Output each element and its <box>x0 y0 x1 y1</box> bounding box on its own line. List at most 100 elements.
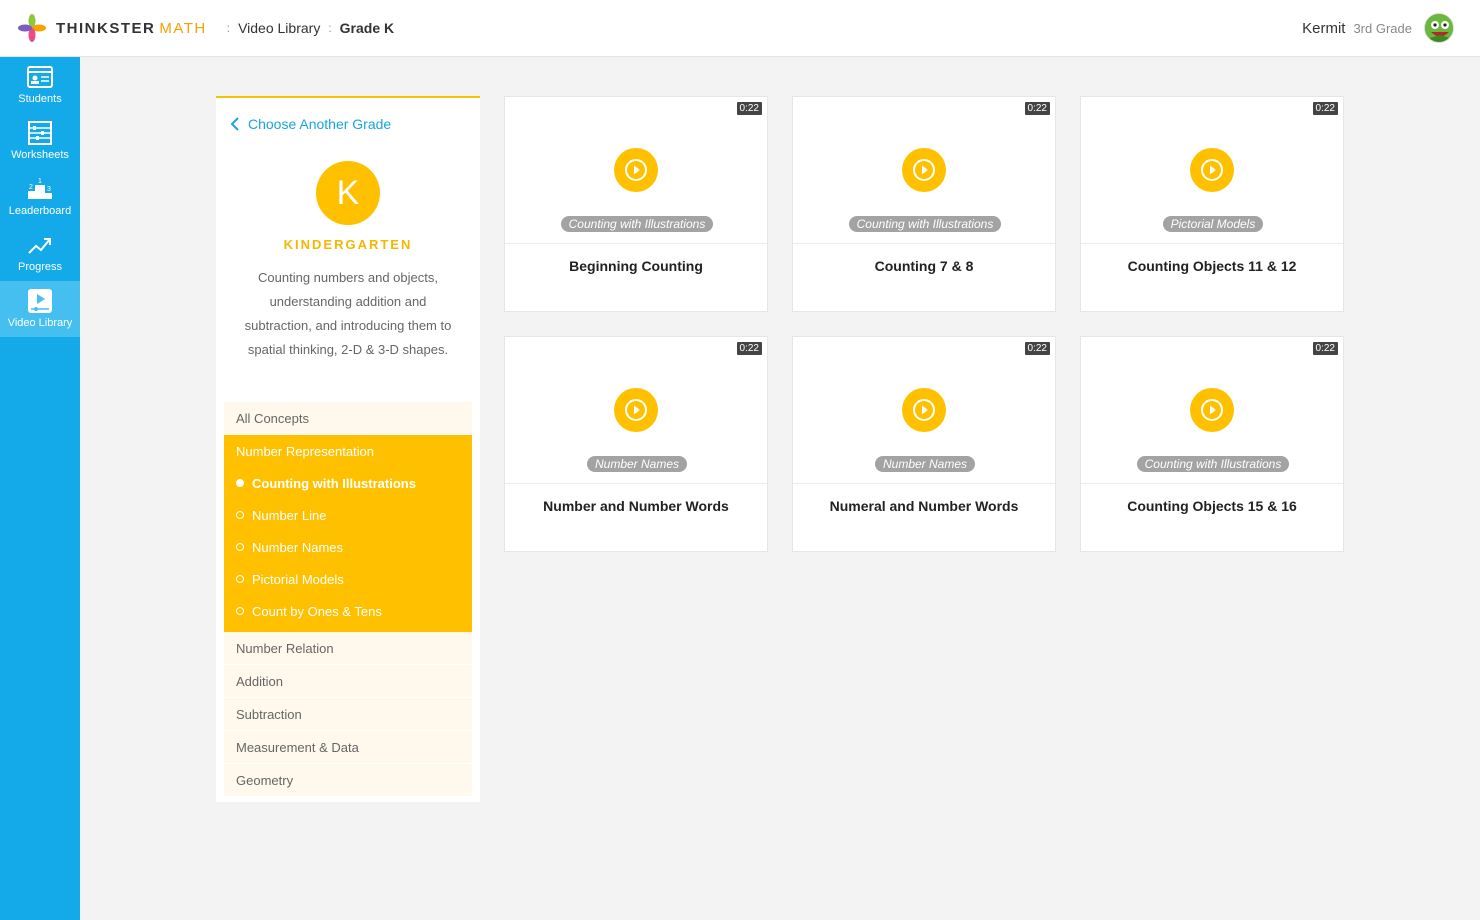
students-icon <box>27 66 53 88</box>
svg-text:1: 1 <box>38 178 42 185</box>
user-grade: 3rd Grade <box>1353 20 1412 36</box>
grade-description: Counting numbers and objects, understand… <box>244 270 452 357</box>
concept-tag: Counting with Illustrations <box>505 215 769 233</box>
play-icon <box>625 159 647 181</box>
divider <box>1081 483 1343 484</box>
subconcept-pictorial-models[interactable]: Pictorial Models <box>224 563 472 595</box>
video-title[interactable]: Numeral and Number Words <box>793 498 1055 514</box>
divider <box>505 483 767 484</box>
nav-item-students[interactable]: Students <box>0 57 80 113</box>
trend-icon <box>28 238 51 254</box>
radio-dot-icon <box>236 575 244 583</box>
divider <box>793 243 1055 244</box>
radio-dot-icon <box>236 607 244 615</box>
choose-another-grade-label: Choose Another Grade <box>248 116 392 132</box>
nav-label: Leaderboard <box>8 205 72 217</box>
video-card[interactable]: 0:22 Counting with Illustrations Countin… <box>792 96 1056 312</box>
svg-text:3: 3 <box>47 186 51 193</box>
concept-tag-label: Counting with Illustrations <box>560 216 714 232</box>
subconcept-number-line[interactable]: Number Line <box>224 499 472 531</box>
duration-badge: 0:22 <box>1311 341 1339 356</box>
video-card[interactable]: 0:22 Number Names Numeral and Number Wor… <box>792 336 1056 552</box>
breadcrumb: : Video Library : Grade K <box>219 20 394 36</box>
play-icon <box>1201 159 1223 181</box>
divider <box>505 243 767 244</box>
play-button[interactable] <box>1190 388 1234 432</box>
concept-all[interactable]: All Concepts <box>224 402 472 435</box>
play-icon <box>913 399 935 421</box>
user-menu[interactable]: Kermit 3rd Grade <box>1302 0 1454 56</box>
breadcrumb-video-library[interactable]: Video Library <box>238 20 320 36</box>
nav-label: Video Library <box>7 317 73 329</box>
radio-dot-icon <box>236 543 244 551</box>
abacus-icon <box>28 121 52 145</box>
play-icon <box>1201 399 1223 421</box>
concept-tag-label: Number Names <box>874 456 976 472</box>
play-button[interactable] <box>614 388 658 432</box>
avatar[interactable] <box>1424 13 1454 43</box>
breadcrumb-separator: : <box>328 21 332 35</box>
nav-item-video-library[interactable]: Video Library <box>0 281 80 337</box>
concept-tag-label: Counting with Illustrations <box>1136 456 1290 472</box>
nav-label: Progress <box>17 261 63 273</box>
video-card[interactable]: 0:22 Counting with Illustrations Countin… <box>1080 336 1344 552</box>
duration-badge: 0:22 <box>1023 101 1051 116</box>
chevron-left-icon <box>230 117 239 131</box>
subconcept-count-by-ones-tens[interactable]: Count by Ones & Tens <box>224 595 472 632</box>
concept-geometry[interactable]: Geometry <box>224 764 472 797</box>
side-nav: Students Worksheets 1 2 3 Leaderboard Pr… <box>0 57 80 920</box>
play-button[interactable] <box>614 148 658 192</box>
nav-label: Students <box>18 93 62 105</box>
video-title[interactable]: Counting 7 & 8 <box>793 258 1055 274</box>
nav-item-leaderboard[interactable]: 1 2 3 Leaderboard <box>0 169 80 225</box>
breadcrumb-separator: : <box>226 21 231 35</box>
choose-another-grade-link[interactable]: Choose Another Grade <box>230 116 391 132</box>
radio-dot-icon <box>236 479 244 487</box>
nav-label: Worksheets <box>11 149 69 161</box>
concept-number-representation[interactable]: Number Representation <box>224 435 472 467</box>
concept-tag-label: Number Names <box>586 456 688 472</box>
video-title[interactable]: Counting Objects 11 & 12 <box>1081 258 1343 274</box>
play-button[interactable] <box>902 148 946 192</box>
video-title[interactable]: Beginning Counting <box>505 258 767 274</box>
video-card[interactable]: 0:22 Pictorial Models Counting Objects 1… <box>1080 96 1344 312</box>
concept-list: All Concepts Number Representation Count… <box>224 402 472 797</box>
concept-tag: Number Names <box>793 455 1057 473</box>
play-button[interactable] <box>902 388 946 432</box>
divider <box>793 483 1055 484</box>
grade-name: KINDERGARTEN <box>283 237 413 252</box>
breadcrumb-grade: Grade K <box>339 20 395 36</box>
video-icon <box>28 289 52 313</box>
subconcept-label: Number Line <box>252 507 327 523</box>
top-bar: THINKSTER MATH : Video Library : Grade K … <box>0 0 1480 57</box>
play-button[interactable] <box>1190 148 1234 192</box>
nav-item-worksheets[interactable]: Worksheets <box>0 113 80 169</box>
concept-tag-label: Counting with Illustrations <box>848 216 1002 232</box>
logo-accent: MATH <box>159 19 207 37</box>
play-icon <box>625 399 647 421</box>
subconcept-label: Count by Ones & Tens <box>252 603 382 619</box>
concept-subtraction[interactable]: Subtraction <box>224 698 472 731</box>
video-title[interactable]: Counting Objects 15 & 16 <box>1081 498 1343 514</box>
concept-addition[interactable]: Addition <box>224 665 472 698</box>
duration-badge: 0:22 <box>1311 101 1339 116</box>
video-card[interactable]: 0:22 Number Names Number and Number Word… <box>504 336 768 552</box>
concept-number-relation[interactable]: Number Relation <box>224 632 472 665</box>
video-title[interactable]: Number and Number Words <box>505 498 767 514</box>
subconcept-number-names[interactable]: Number Names <box>224 531 472 563</box>
duration-badge: 0:22 <box>735 101 763 116</box>
video-card[interactable]: 0:22 Counting with Illustrations Beginni… <box>504 96 768 312</box>
subconcept-counting-with-illustrations[interactable]: Counting with Illustrations <box>224 467 472 499</box>
avatar-image <box>1425 14 1453 42</box>
subconcept-label: Pictorial Models <box>252 571 344 587</box>
subconcept-label: Counting with Illustrations <box>252 475 416 491</box>
play-icon <box>913 159 935 181</box>
duration-badge: 0:22 <box>1023 341 1051 356</box>
concept-measurement-data[interactable]: Measurement & Data <box>224 731 472 764</box>
concept-tag-label: Pictorial Models <box>1162 216 1264 232</box>
nav-item-progress[interactable]: Progress <box>0 225 80 281</box>
thinkster-logo[interactable]: THINKSTER MATH <box>16 12 207 44</box>
user-name: Kermit <box>1302 19 1346 37</box>
logo-mark-icon <box>18 14 46 42</box>
concept-tag: Number Names <box>505 455 769 473</box>
